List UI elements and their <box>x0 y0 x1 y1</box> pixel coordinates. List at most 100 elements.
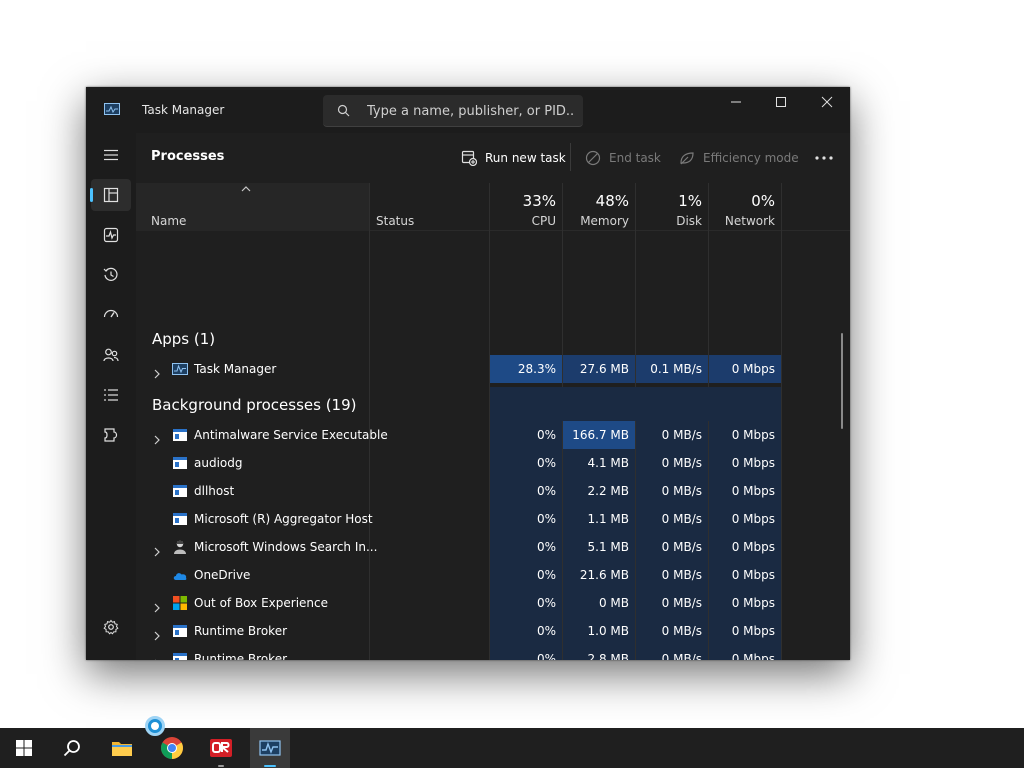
window-app-icon <box>172 623 188 639</box>
taskbar-app[interactable] <box>201 728 241 768</box>
column-header-memory[interactable]: 48% Memory <box>563 183 635 231</box>
title-bar[interactable]: Task Manager <box>86 87 850 133</box>
network-cell: 0 Mbps <box>709 505 781 533</box>
nav-settings[interactable] <box>91 611 131 643</box>
close-icon <box>821 96 833 108</box>
process-name: Out of Box Experience <box>194 596 328 610</box>
process-row[interactable]: dllhost 0% 2.2 MB 0 MB/s 0 Mbps <box>136 477 850 505</box>
cpu-cell: 0% <box>490 561 562 589</box>
search-box[interactable] <box>323 95 583 127</box>
process-row[interactable]: Runtime Broker 0% 2.8 MB 0 MB/s 0 Mbps <box>136 645 850 660</box>
sort-up-icon <box>241 186 251 192</box>
taskbar-start-button[interactable] <box>4 728 44 768</box>
maximize-button[interactable] <box>758 87 804 117</box>
memory-label: Memory <box>580 214 629 228</box>
nav-performance[interactable] <box>91 219 131 251</box>
column-header-disk[interactable]: 1% Disk <box>636 183 708 231</box>
expand-chevron-icon[interactable] <box>153 598 161 617</box>
nav-services[interactable] <box>91 419 131 451</box>
minimize-button[interactable] <box>713 87 759 117</box>
process-row[interactable]: OneDrive 0% 21.6 MB 0 MB/s 0 Mbps <box>136 561 850 589</box>
nav-menu-button[interactable] <box>91 139 131 171</box>
nav-rail <box>86 133 136 660</box>
search-icon <box>337 104 350 117</box>
task-manager-icon <box>172 361 188 377</box>
expand-chevron-icon[interactable] <box>153 364 161 383</box>
group-header-band <box>490 387 781 421</box>
nav-processes[interactable] <box>90 179 131 211</box>
process-name: audiodg <box>194 456 243 470</box>
hamburger-icon <box>104 149 118 161</box>
cpu-cell: 0% <box>490 617 562 645</box>
memory-cell: 1.0 MB <box>563 617 635 645</box>
column-header-cpu[interactable]: 33% CPU <box>490 183 562 231</box>
group-header-background: Background processes (19) <box>152 396 357 414</box>
process-name: OneDrive <box>194 568 251 582</box>
disk-cell: 0 MB/s <box>636 645 708 660</box>
network-cell: 0 Mbps <box>709 449 781 477</box>
process-row[interactable]: Task Manager 28.3% 27.6 MB 0.1 MB/s 0 Mbps <box>136 355 850 383</box>
memory-cell: 2.2 MB <box>563 477 635 505</box>
task-manager-icon <box>259 740 281 756</box>
column-header-name[interactable]: Name <box>136 183 369 231</box>
network-cell: 0 Mbps <box>709 533 781 561</box>
search-icon <box>63 740 80 757</box>
process-row[interactable]: Microsoft Windows Search In... 0% 5.1 MB 0 … <box>136 533 850 561</box>
cpu-cell: 0% <box>490 449 562 477</box>
window-app-icon <box>172 651 188 660</box>
disk-cell: 0 MB/s <box>636 421 708 449</box>
cpu-cell: 0% <box>490 589 562 617</box>
process-row[interactable]: Out of Box Experience 0% 0 MB 0 MB/s 0 Mbps <box>136 589 850 617</box>
expand-chevron-icon[interactable] <box>153 654 161 660</box>
scrollbar-thumb[interactable] <box>841 333 843 429</box>
disk-cell: 0 MB/s <box>636 589 708 617</box>
taskbar-task-manager[interactable] <box>250 728 290 768</box>
run-new-task-label: Run new task <box>485 151 566 165</box>
process-row[interactable]: Antimalware Service Executable 0% 166.7 MB… <box>136 421 850 449</box>
window-app-icon <box>172 455 188 471</box>
taskbar-search-button[interactable] <box>52 728 92 768</box>
disk-cell: 0 MB/s <box>636 617 708 645</box>
column-header-status[interactable]: Status <box>376 214 414 228</box>
process-row[interactable]: audiodg 0% 4.1 MB 0 MB/s 0 Mbps <box>136 449 850 477</box>
process-row[interactable]: Microsoft (R) Aggregator Host 0% 1.1 MB 0 M… <box>136 505 850 533</box>
nav-startup-apps[interactable] <box>91 299 131 331</box>
cpu-total-percent: 33% <box>522 192 556 210</box>
column-header-network[interactable]: 0% Network <box>709 183 781 231</box>
memory-cell: 1.1 MB <box>563 505 635 533</box>
leaf-icon <box>680 152 694 165</box>
minimize-icon <box>731 101 741 103</box>
details-icon <box>104 389 118 401</box>
process-name: Runtime Broker <box>194 652 288 660</box>
nav-app-history[interactable] <box>91 259 131 291</box>
expand-chevron-icon[interactable] <box>153 430 161 449</box>
process-name: Microsoft (R) Aggregator Host <box>194 512 373 526</box>
expand-chevron-icon[interactable] <box>153 542 161 561</box>
nav-details[interactable] <box>91 379 131 411</box>
nav-users[interactable] <box>91 339 131 371</box>
disk-cell: 0.1 MB/s <box>636 355 708 383</box>
process-row[interactable]: Runtime Broker 0% 1.0 MB 0 MB/s 0 Mbps <box>136 617 850 645</box>
taskbar-file-explorer[interactable] <box>102 728 142 768</box>
more-options-button[interactable] <box>812 147 836 169</box>
disk-total-percent: 1% <box>678 192 702 210</box>
efficiency-mode-button[interactable]: Efficiency mode <box>679 147 799 169</box>
run-new-task-button[interactable]: Run new task <box>461 147 566 169</box>
more-icon <box>815 156 833 160</box>
expand-chevron-icon[interactable] <box>153 626 161 645</box>
cpu-cell: 0% <box>490 505 562 533</box>
network-cell: 0 Mbps <box>709 617 781 645</box>
disk-cell: 0 MB/s <box>636 449 708 477</box>
close-button[interactable] <box>804 87 850 117</box>
end-task-button[interactable]: End task <box>585 147 661 169</box>
network-label: Network <box>724 214 775 228</box>
search-input[interactable] <box>367 101 575 121</box>
memory-cell: 2.8 MB <box>563 645 635 660</box>
memory-cell: 0 MB <box>563 589 635 617</box>
gear-icon <box>103 619 119 635</box>
window-title: Task Manager <box>142 103 225 117</box>
cpu-cell: 0% <box>490 477 562 505</box>
disk-cell: 0 MB/s <box>636 505 708 533</box>
page-title: Processes <box>151 149 225 164</box>
